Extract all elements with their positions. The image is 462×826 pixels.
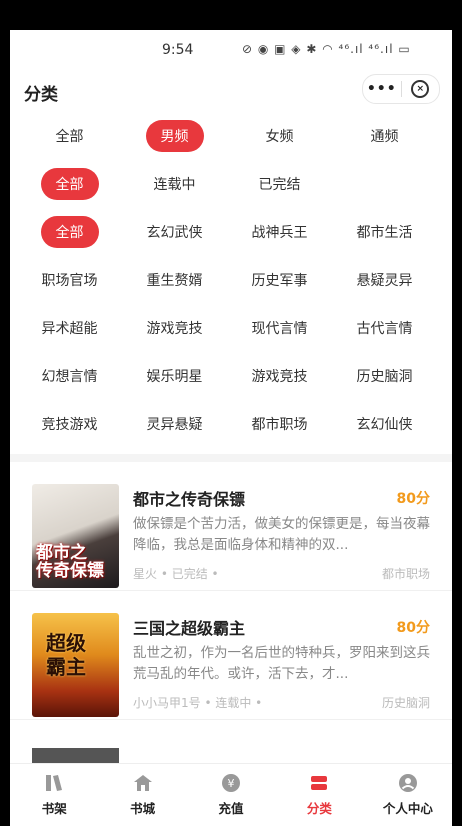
page-title: 分类 (24, 85, 58, 105)
filter-chip-genre[interactable]: 战神兵王 (237, 216, 323, 248)
tab-category[interactable]: 分类 (275, 764, 363, 826)
book-description: 乱世之初，作为一名后世的特种兵，罗阳来到这兵荒马乱的年代。或许，活下去，才... (133, 645, 430, 682)
tab-label: 书架 (41, 801, 67, 816)
filter-chip-genre[interactable]: 重生赘婿 (132, 264, 218, 296)
tab-label: 书城 (130, 801, 156, 816)
filter-chip-gender-female[interactable]: 女频 (251, 120, 309, 152)
tab-label: 充值 (218, 801, 244, 816)
filter-chip-genre[interactable]: 游戏竞技 (237, 360, 323, 392)
filter-chip-gender-all[interactable]: 全部 (41, 120, 99, 152)
miniapp-capsule: ••• × (362, 74, 440, 104)
genre-filter-row: 职场官场 重生赘婿 历史军事 悬疑灵异 (17, 256, 452, 304)
book-item[interactable]: 超级 霸主 三国之超级霸主 80分 乱世之初，作为一名后世的特种兵，罗阳来到这兵… (10, 591, 452, 720)
filter-chip-genre[interactable]: 娱乐明星 (132, 360, 218, 392)
filter-chip-genre[interactable]: 悬疑灵异 (342, 264, 428, 296)
cover-title-art: 超级 霸主 (46, 631, 86, 679)
book-meta: 小小马甲1号 • 连载中 • (133, 696, 263, 710)
genre-filter-row: 幻想言情 娱乐明星 游戏竞技 历史脑洞 (17, 352, 452, 400)
filter-chip-genre[interactable]: 玄幻武侠 (132, 216, 218, 248)
bottom-tab-bar: 书架 书城 ¥ 充值 分类 个人中心 (10, 763, 452, 826)
filter-chip-genre[interactable]: 历史军事 (237, 264, 323, 296)
status-bar: 9:54 ⊘ ◉ ▣ ◈ ✱ ◠ ⁴⁶.ıl ⁴⁶.ıl ▭ (10, 30, 452, 70)
close-icon: × (411, 80, 430, 98)
tab-bookstore[interactable]: 书城 (98, 764, 186, 826)
filter-chip-genre[interactable]: 游戏竞技 (132, 312, 218, 344)
genre-filter-row: 异术超能 游戏竞技 现代言情 古代言情 (17, 304, 452, 352)
app-screen: 9:54 ⊘ ◉ ▣ ◈ ✱ ◠ ⁴⁶.ıl ⁴⁶.ıl ▭ 分类 ••• × … (10, 30, 452, 826)
filter-chip-genre[interactable]: 都市职场 (237, 408, 323, 440)
book-title[interactable]: 三国之超级霸主 (133, 615, 245, 639)
filter-chip-genre[interactable]: 全部 (40, 216, 99, 248)
status-time: 9:54 (162, 42, 194, 58)
book-genre-tag: 都市职场 (381, 567, 430, 581)
tab-label: 个人中心 (382, 801, 433, 816)
book-cover[interactable]: 超级 霸主 (32, 613, 119, 717)
filter-chip-status-completed[interactable]: 已完结 (244, 168, 316, 200)
filter-chip-genre[interactable]: 竞技游戏 (27, 408, 113, 440)
close-miniapp-button[interactable]: × (402, 80, 440, 98)
book-cover[interactable] (32, 748, 119, 764)
book-item[interactable]: 都市之 传奇保镖 都市之传奇保镖 80分 做保镖是个苦力活，做美女的保镖更是，每… (10, 462, 452, 591)
filter-chip-genre[interactable]: 都市生活 (342, 216, 428, 248)
book-item-partial[interactable] (10, 744, 452, 764)
filter-chip-gender-male[interactable]: 男频 (145, 120, 204, 152)
genre-filter-row: 竞技游戏 灵异悬疑 都市职场 玄幻仙侠 (17, 400, 452, 448)
bookshelf-icon (43, 772, 65, 794)
status-icons: ⊘ ◉ ▣ ◈ ✱ ◠ ⁴⁶.ıl ⁴⁶.ıl ▭ (242, 42, 411, 56)
section-divider (10, 454, 452, 462)
book-meta: 星火 • 已完结 • (133, 567, 219, 581)
book-cover[interactable]: 都市之 传奇保镖 (32, 484, 119, 588)
filter-chip-genre[interactable]: 古代言情 (342, 312, 428, 344)
filter-chip-status-ongoing[interactable]: 连载中 (139, 168, 211, 200)
filter-chip-genre[interactable]: 现代言情 (237, 312, 323, 344)
filter-chip-genre[interactable]: 灵异悬疑 (132, 408, 218, 440)
category-filters: 全部 男频 女频 通频 全部 连载中 已完结 全部 玄幻武侠 战神兵王 都市生活… (10, 112, 452, 448)
gender-filter-row: 全部 男频 女频 通频 (17, 112, 452, 160)
book-title[interactable]: 都市之传奇保镖 (133, 486, 245, 510)
category-icon (308, 772, 330, 794)
store-icon (132, 772, 154, 794)
more-menu-button[interactable]: ••• (363, 81, 401, 97)
filter-chip-gender-general[interactable]: 通频 (356, 120, 414, 152)
recharge-icon: ¥ (220, 772, 242, 794)
book-list: 都市之 传奇保镖 都市之传奇保镖 80分 做保镖是个苦力活，做美女的保镖更是，每… (10, 462, 452, 720)
filter-chip-genre[interactable]: 职场官场 (27, 264, 113, 296)
tab-bookshelf[interactable]: 书架 (10, 764, 98, 826)
filter-chip-genre[interactable]: 异术超能 (27, 312, 113, 344)
book-description: 做保镖是个苦力活，做美女的保镖更是，每当夜幕降临，我总是面临身体和精神的双... (133, 516, 430, 553)
tab-label: 分类 (306, 801, 332, 816)
filter-chip-genre[interactable]: 幻想言情 (27, 360, 113, 392)
header: 分类 ••• × (10, 70, 452, 112)
status-filter-row: 全部 连载中 已完结 (17, 160, 452, 208)
tab-recharge[interactable]: ¥ 充值 (187, 764, 275, 826)
book-score: 80分 (396, 620, 430, 636)
filter-chip-status-all[interactable]: 全部 (40, 168, 99, 200)
svg-text:¥: ¥ (228, 777, 235, 790)
book-score: 80分 (396, 491, 430, 507)
book-genre-tag: 历史脑洞 (381, 696, 430, 710)
filter-chip-genre[interactable]: 历史脑洞 (342, 360, 428, 392)
genre-filter-row: 全部 玄幻武侠 战神兵王 都市生活 (17, 208, 452, 256)
filter-chip-genre[interactable]: 玄幻仙侠 (342, 408, 428, 440)
tab-profile[interactable]: 个人中心 (364, 764, 452, 826)
profile-icon (397, 772, 419, 794)
cover-title-art: 都市之 传奇保镖 (36, 543, 104, 581)
